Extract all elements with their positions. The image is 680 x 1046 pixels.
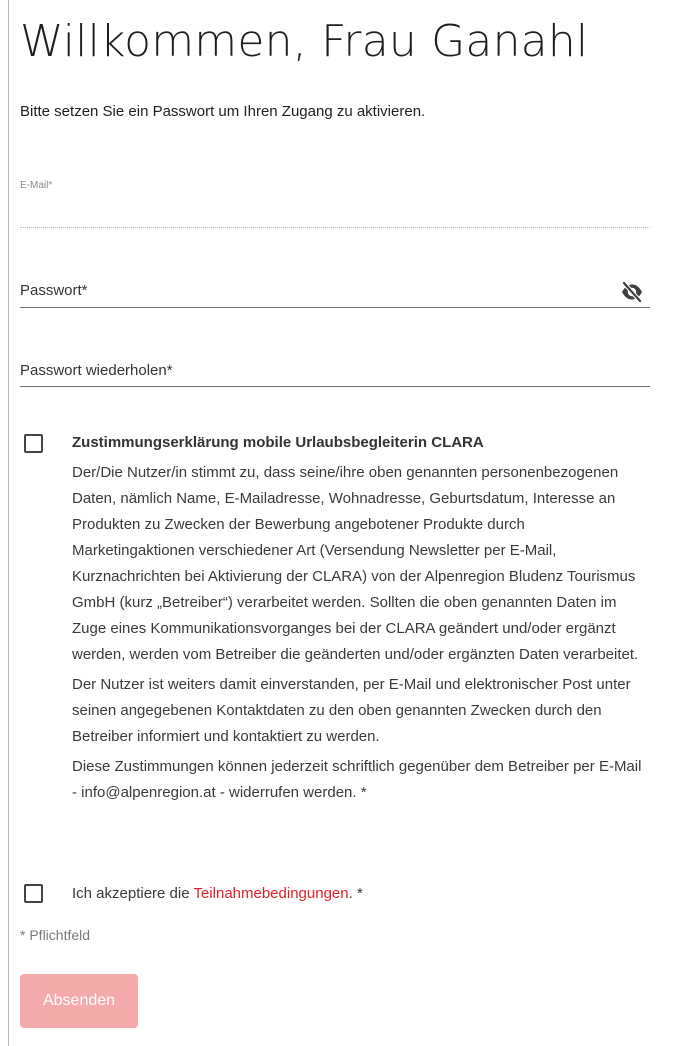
terms-label: Ich akzeptiere die Teilnahmebedingungen.… [72,885,363,902]
consent-text: Der/Die Nutzer/in stimmt zu, dass seine/… [72,460,650,810]
password-field[interactable]: Passwort* [20,280,650,310]
password-underline [20,307,650,308]
intro-text: Bitte setzen Sie ein Passwort um Ihren Z… [20,103,426,120]
email-label: E-Mail* [20,180,53,191]
consent-checkbox[interactable] [24,434,43,453]
email-field[interactable]: E-Mail* [20,180,650,230]
terms-checkbox[interactable] [24,884,43,903]
password-label: Passwort* [20,282,88,299]
password-repeat-label: Passwort wiederholen* [20,362,173,379]
required-note: * Pflichtfeld [20,927,91,943]
terms-prefix: Ich akzeptiere die [72,885,194,902]
submit-button[interactable]: Absenden [20,974,138,1028]
terms-suffix: . * [348,885,363,902]
consent-title: Zustimmungserklärung mobile Urlaubsbegle… [72,434,484,451]
consent-paragraph: Der Nutzer ist weiters damit einverstand… [72,676,631,745]
consent-paragraph: Der/Die Nutzer/in stimmt zu, dass seine/… [72,464,639,663]
page-title: Willkommen, Frau Ganahl [20,16,589,67]
password-repeat-field[interactable]: Passwort wiederholen* [20,362,650,390]
terms-link[interactable]: Teilnahmebedingungen [193,885,348,902]
password-repeat-underline [20,386,650,387]
consent-paragraph: Diese Zustimmungen können jederzeit schr… [72,758,642,801]
email-underline [20,227,650,228]
page-left-border [8,0,9,1046]
eye-off-icon[interactable] [620,280,644,304]
